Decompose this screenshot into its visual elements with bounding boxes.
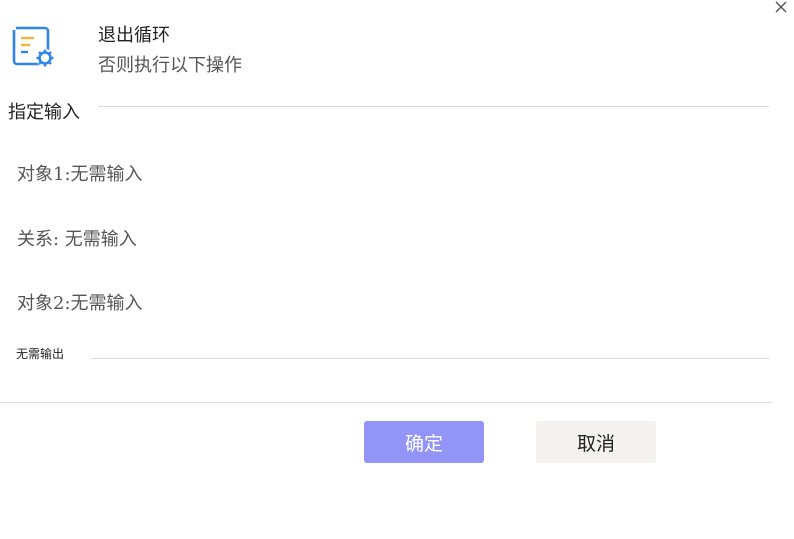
dialog: 退出循环 否则执行以下操作 指定输入 对象1:无需输入 关系: 无需输入 对象2… <box>0 0 794 539</box>
input-section-title: 指定输入 <box>8 102 80 123</box>
dialog-subtitle: 否则执行以下操作 <box>98 55 242 76</box>
input-row-relation: 关系: 无需输入 <box>17 229 137 250</box>
output-section-divider <box>91 358 769 359</box>
footer-divider <box>0 402 772 403</box>
output-section-title: 无需输出 <box>16 347 65 361</box>
close-icon[interactable] <box>772 0 790 16</box>
list-settings-icon <box>11 25 58 70</box>
input-row-object1: 对象1:无需输入 <box>17 164 143 185</box>
cancel-button[interactable]: 取消 <box>536 421 656 463</box>
input-section-divider <box>98 106 769 107</box>
dialog-title: 退出循环 <box>98 25 170 46</box>
input-row-object2: 对象2:无需输入 <box>17 293 143 314</box>
confirm-button[interactable]: 确定 <box>364 421 484 463</box>
